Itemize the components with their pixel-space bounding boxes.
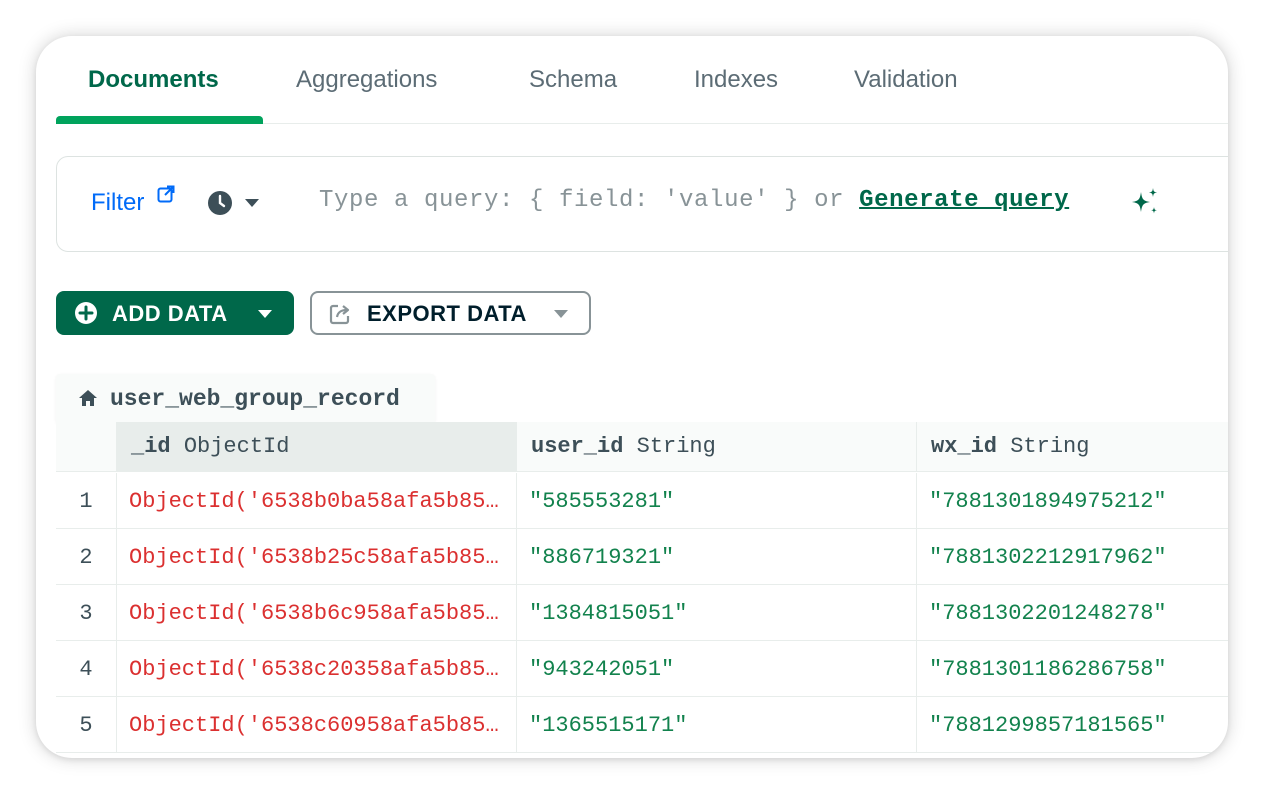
plus-circle-icon <box>75 302 97 324</box>
row-number: 2 <box>79 545 93 570</box>
table-row[interactable]: 5 ObjectId('6538c60958afa5b85… "13655151… <box>56 697 1228 753</box>
column-header-id[interactable]: _id ObjectId <box>116 422 516 472</box>
tab-documents[interactable]: Documents <box>88 66 219 94</box>
tab-indexes[interactable]: Indexes <box>694 66 778 94</box>
cell-user-id[interactable]: "943242051" <box>516 641 916 697</box>
row-number: 4 <box>79 657 93 682</box>
row-number: 3 <box>79 601 93 626</box>
column-header-user-id[interactable]: user_id String <box>516 422 916 472</box>
column-name: wx_id <box>931 434 998 459</box>
collection-name: user_web_group_record <box>110 386 400 412</box>
tab-bar: Documents Aggregations Schema Indexes Va… <box>56 36 1228 124</box>
cell-user-id[interactable]: "886719321" <box>516 529 916 585</box>
add-data-label: ADD DATA <box>112 301 228 326</box>
column-name: _id <box>131 434 171 459</box>
table-row[interactable]: 1 ObjectId('6538b0ba58afa5b85… "58555328… <box>56 473 1228 529</box>
query-bar: Filter Type a query: { field: 'value' } … <box>56 156 1228 252</box>
column-type: String <box>636 434 716 459</box>
row-number: 5 <box>79 713 93 738</box>
cell-id[interactable]: ObjectId('6538c20358afa5b85… <box>116 641 516 697</box>
active-tab-indicator <box>56 116 263 124</box>
clock-icon[interactable] <box>207 190 233 216</box>
query-input[interactable]: Type a query: { field: 'value' } or Gene… <box>319 187 1069 214</box>
cell-user-id[interactable]: "1365515171" <box>516 697 916 753</box>
sparkle-icon[interactable] <box>1130 187 1160 217</box>
table-row[interactable]: 4 ObjectId('6538c20358afa5b85… "94324205… <box>56 641 1228 697</box>
cell-wx-id[interactable]: "7881301186286758" <box>916 641 1228 697</box>
row-number-header <box>56 422 116 472</box>
export-data-button[interactable]: EXPORT DATA <box>310 291 591 335</box>
row-number: 1 <box>79 489 93 514</box>
filter-link[interactable]: Filter <box>91 189 144 217</box>
external-link-icon[interactable] <box>157 185 175 203</box>
cell-id[interactable]: ObjectId('6538c60958afa5b85… <box>116 697 516 753</box>
generate-query-link[interactable]: Generate query <box>859 187 1069 214</box>
collection-header: user_web_group_record <box>56 374 435 422</box>
cell-user-id[interactable]: "1384815051" <box>516 585 916 641</box>
history-dropdown-caret[interactable] <box>245 199 259 207</box>
tab-validation[interactable]: Validation <box>854 66 958 94</box>
cell-wx-id[interactable]: "7881302201248278" <box>916 585 1228 641</box>
app-window: Documents Aggregations Schema Indexes Va… <box>36 36 1228 758</box>
cell-user-id[interactable]: "585553281" <box>516 473 916 529</box>
chevron-down-icon <box>554 310 568 318</box>
table-row[interactable]: 2 ObjectId('6538b25c58afa5b85… "88671932… <box>56 529 1228 585</box>
column-type: String <box>1010 434 1090 459</box>
cell-id[interactable]: ObjectId('6538b25c58afa5b85… <box>116 529 516 585</box>
column-name: user_id <box>531 434 624 459</box>
column-header-wx-id[interactable]: wx_id String <box>916 422 1228 472</box>
cell-wx-id[interactable]: "7881299857181565" <box>916 697 1228 753</box>
cell-wx-id[interactable]: "7881301894975212" <box>916 473 1228 529</box>
tab-aggregations[interactable]: Aggregations <box>296 66 437 94</box>
column-type: ObjectId <box>183 434 290 459</box>
chevron-down-icon <box>258 310 272 318</box>
table-row[interactable]: 3 ObjectId('6538b6c958afa5b85… "13848150… <box>56 585 1228 641</box>
cell-id[interactable]: ObjectId('6538b0ba58afa5b85… <box>116 473 516 529</box>
tab-schema[interactable]: Schema <box>529 66 617 94</box>
export-icon <box>329 304 350 325</box>
cell-wx-id[interactable]: "7881302212917962" <box>916 529 1228 585</box>
query-placeholder: Type a query: { field: 'value' } or <box>319 187 860 214</box>
cell-id[interactable]: ObjectId('6538b6c958afa5b85… <box>116 585 516 641</box>
add-data-button[interactable]: ADD DATA <box>56 291 294 335</box>
export-data-label: EXPORT DATA <box>367 301 527 326</box>
home-icon <box>79 390 97 406</box>
